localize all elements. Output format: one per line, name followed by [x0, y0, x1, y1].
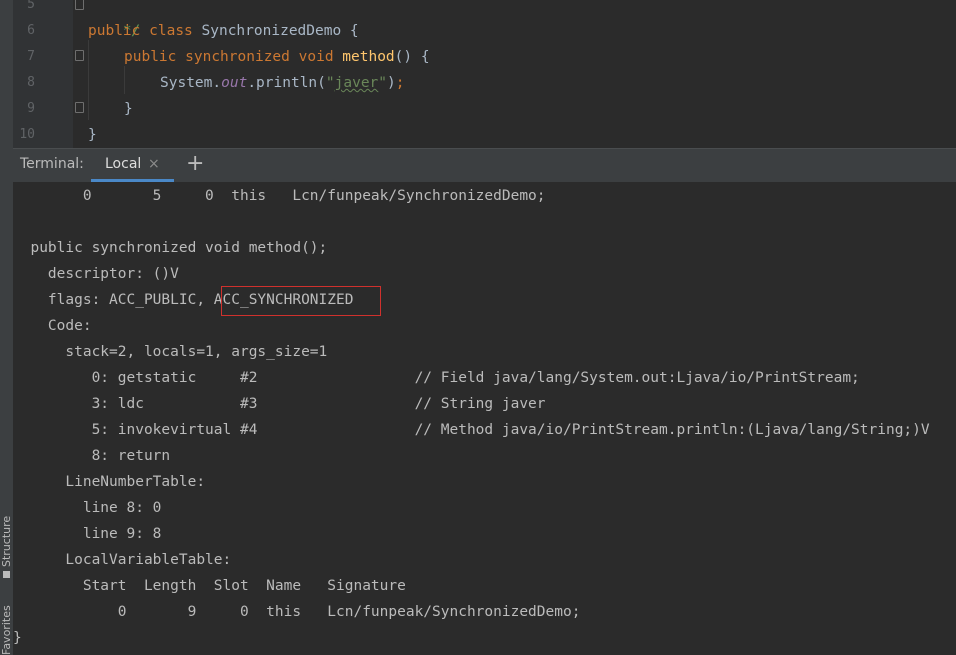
terminal-line: 0: getstatic #2 // Field java/lang/Syste…: [13, 370, 860, 386]
terminal-line: LineNumberTable:: [13, 474, 206, 490]
code-line-10: }: [88, 122, 97, 148]
terminal-line: line 8: 0: [13, 500, 162, 516]
code-line-7: public synchronized void method() {: [124, 44, 430, 70]
line-number: 7: [27, 49, 35, 64]
keyword-token: class: [149, 23, 193, 39]
terminal-line: line 9: 8: [13, 526, 162, 542]
keyword-token: public: [124, 49, 177, 65]
terminal-line: 8: return: [13, 448, 171, 464]
keyword-token: public: [88, 23, 141, 39]
terminal-line: 0 9 0 this Lcn/funpeak/SynchronizedDemo;: [13, 604, 581, 620]
terminal-line: Start Length Slot Name Signature: [13, 578, 406, 594]
line-number: 5: [27, 0, 35, 12]
fold-marker-icon[interactable]: [75, 0, 84, 10]
semicolon-token: ;: [395, 75, 405, 91]
method-name-token: method: [342, 49, 395, 65]
terminal-line: Code:: [13, 318, 92, 334]
fold-marker-icon[interactable]: [75, 50, 84, 61]
punctuation-token: }: [88, 127, 97, 143]
add-tab-icon[interactable]: +: [186, 152, 204, 176]
code-line-8: System.out.println("javer");: [160, 70, 404, 96]
line-number: 8: [27, 75, 35, 90]
field-token: out: [221, 75, 248, 91]
terminal-line: public synchronized void method();: [13, 240, 328, 256]
line-number: 10: [19, 127, 35, 142]
left-tool-strip: Structure Favorites: [0, 0, 14, 655]
string-quote-token: ": [378, 75, 388, 91]
close-icon[interactable]: ×: [148, 156, 160, 172]
punctuation-token: () {: [394, 49, 430, 65]
terminal-line: LocalVariableTable:: [13, 552, 232, 568]
editor-gutter: 5 6 7 8 9 10: [13, 0, 73, 148]
punctuation-token: ): [387, 75, 396, 91]
tab-local[interactable]: Local ×: [91, 149, 174, 182]
identifier-token: .println(: [247, 75, 326, 91]
structure-tool-tab[interactable]: Structure: [1, 505, 12, 567]
class-name-token: SynchronizedDemo: [201, 23, 342, 39]
terminal-line: }: [13, 630, 22, 646]
tab-label: Local: [105, 156, 142, 172]
favorites-tool-tab[interactable]: Favorites: [1, 602, 12, 655]
structure-icon: [3, 571, 10, 578]
punctuation-token: {: [341, 23, 359, 39]
code-editor[interactable]: 5 6 7 8 9 10 */ public class Synchronize…: [13, 0, 956, 148]
indent-guide: [124, 66, 125, 94]
acc-synchronized-highlight: [221, 286, 381, 316]
terminal-line: stack=2, locals=1, args_size=1: [13, 344, 328, 360]
code-line-5: */: [88, 0, 140, 39]
terminal-line: 5: invokevirtual #4 // Method java/io/Pr…: [13, 422, 930, 438]
code-line-9: }: [124, 96, 133, 122]
terminal-line: 0 5 0 this Lcn/funpeak/SynchronizedDemo;: [13, 188, 546, 204]
terminal-line: descriptor: ()V: [13, 266, 179, 282]
keyword-token: void: [298, 49, 334, 65]
string-token: javer: [334, 75, 379, 91]
terminal-title: Terminal:: [20, 156, 84, 172]
terminal-line: 3: ldc #3 // String javer: [13, 396, 546, 412]
code-line-6: public class SynchronizedDemo {: [88, 18, 359, 44]
punctuation-token: }: [124, 101, 133, 117]
string-quote-token: ": [325, 75, 335, 91]
line-number: 6: [27, 23, 35, 38]
keyword-token: synchronized: [185, 49, 290, 65]
identifier-token: System.: [160, 75, 222, 91]
terminal-output[interactable]: 0 5 0 this Lcn/funpeak/SynchronizedDemo;…: [13, 182, 956, 655]
line-number: 9: [27, 101, 35, 116]
fold-marker-icon[interactable]: [75, 102, 84, 113]
terminal-toolbar: Terminal: Local × +: [13, 148, 956, 182]
